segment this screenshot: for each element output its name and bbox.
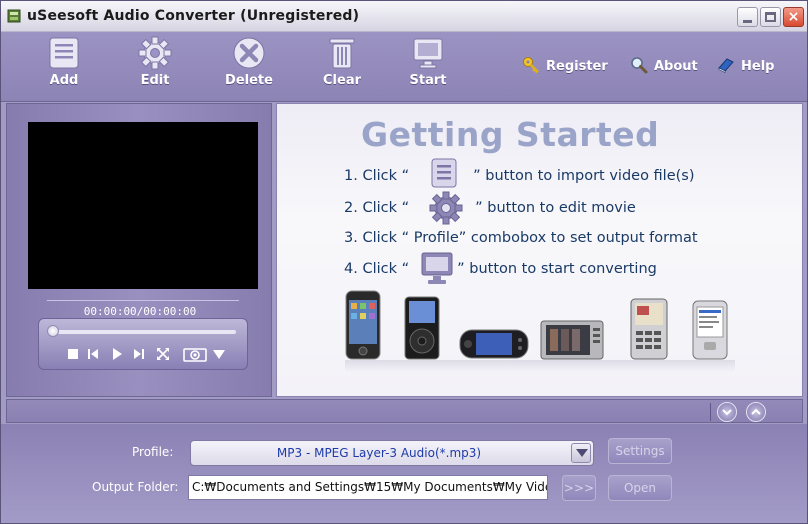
close-icon: × [787, 9, 800, 25]
minimize-button[interactable] [737, 7, 758, 27]
collapse-up-button[interactable] [746, 402, 766, 422]
close-button[interactable]: × [783, 7, 804, 27]
key-icon [523, 57, 539, 74]
previous-icon [88, 349, 98, 359]
output-folder-label: Output Folder: [92, 480, 179, 494]
help-link[interactable]: Help [717, 56, 774, 74]
device-reflection [345, 360, 735, 372]
list-toggle-strip [6, 399, 803, 423]
getting-started-panel: Getting Started 1. Click “ ” button to im… [276, 103, 803, 397]
preview-panel: 00:00:00/00:00:00 [6, 103, 272, 397]
step-text: 3. Click “ Profile” combobox to set outp… [344, 230, 698, 246]
step-text: 4. Click “ [344, 261, 410, 277]
minimize-icon [743, 20, 752, 23]
title-bar: uSeesoft Audio Converter (Unregistered) … [1, 1, 807, 32]
psp-icon [459, 329, 529, 359]
about-label: About [654, 59, 698, 74]
start-button[interactable]: Start [396, 36, 460, 98]
help-book-icon [718, 58, 734, 73]
divider [710, 403, 711, 421]
player-controls [38, 318, 248, 370]
delete-icon [233, 37, 265, 69]
ipod-icon [404, 296, 440, 360]
add-button[interactable]: Add [32, 36, 96, 98]
magnifier-icon [631, 57, 648, 74]
pda-phone-icon [692, 300, 728, 360]
chevron-up-icon [751, 408, 761, 415]
gear-icon [429, 191, 463, 225]
maximize-icon [765, 12, 776, 22]
profile-value: MP3 - MPEG Layer-3 Audio(*.mp3) [276, 446, 482, 460]
profile-label: Profile: [132, 445, 174, 459]
timecode: 00:00:00/00:00:00 [83, 305, 197, 318]
chevron-down-icon [576, 449, 588, 457]
edit-button[interactable]: Edit [123, 36, 187, 98]
add-icon [49, 37, 79, 69]
iphone-icon [345, 290, 381, 360]
seek-bar[interactable] [53, 330, 236, 334]
output-folder-field[interactable]: C:₩Documents and Settings₩15₩My Document… [188, 475, 548, 500]
app-window: uSeesoft Audio Converter (Unregistered) … [0, 0, 808, 524]
fullscreen-button[interactable] [155, 346, 171, 362]
output-settings: Profile: MP3 - MPEG Layer-3 Audio(*.mp3)… [1, 424, 807, 523]
chevron-down-icon [213, 350, 225, 359]
step-text: 2. Click “ [344, 200, 410, 216]
window-title: uSeesoft Audio Converter (Unregistered) [27, 8, 360, 24]
previous-button[interactable] [85, 346, 101, 362]
device-gallery [345, 288, 735, 372]
getting-started-title: Getting Started [361, 115, 660, 154]
seek-knob[interactable] [47, 325, 59, 337]
register-label: Register [546, 59, 608, 74]
step-text: 1. Click “ [344, 168, 410, 184]
snapshot-menu-button[interactable] [211, 346, 227, 362]
smartphone-icon [630, 298, 668, 360]
step-text: ” button to start converting [457, 261, 657, 277]
add-icon [431, 158, 457, 188]
register-link[interactable]: Register [522, 56, 608, 74]
stop-icon [68, 349, 78, 359]
step-4: 4. Click “ ” button to start converting [344, 261, 657, 277]
step-2: 2. Click “ ” button to edit movie [344, 200, 636, 216]
next-button[interactable] [131, 346, 147, 362]
add-label: Add [49, 73, 79, 88]
open-button[interactable]: Open [608, 475, 672, 501]
profile-dropdown-button[interactable] [571, 443, 591, 463]
clear-button[interactable]: Clear [310, 36, 374, 98]
expand-down-button[interactable] [717, 402, 737, 422]
trash-icon [329, 38, 355, 69]
delete-button[interactable]: Delete [217, 36, 281, 98]
next-icon [134, 349, 144, 359]
media-player-icon [540, 320, 604, 360]
play-icon [113, 348, 122, 360]
camera-icon [183, 348, 207, 362]
play-button[interactable] [109, 346, 125, 362]
settings-button[interactable]: Settings [608, 438, 672, 464]
monitor-icon [413, 38, 443, 69]
stop-button[interactable] [65, 346, 81, 362]
edit-label: Edit [140, 73, 170, 88]
clear-label: Clear [323, 73, 361, 88]
video-preview [28, 122, 258, 289]
toolbar: Add Edit Delete Clear Start Register Abo… [1, 32, 807, 102]
maximize-button[interactable] [760, 7, 781, 27]
monitor-icon [421, 252, 453, 284]
app-icon [7, 9, 21, 23]
divider [47, 300, 239, 301]
step-text: ” button to edit movie [475, 200, 636, 216]
gear-icon [138, 36, 172, 70]
step-text: ” button to import video file(s) [473, 168, 695, 184]
snapshot-button[interactable] [183, 346, 207, 362]
step-3: 3. Click “ Profile” combobox to set outp… [344, 230, 698, 246]
browse-button[interactable]: >>> [562, 475, 596, 501]
about-link[interactable]: About [630, 56, 698, 74]
fullscreen-icon [157, 348, 169, 360]
start-label: Start [409, 73, 447, 88]
step-1: 1. Click “ ” button to import video file(… [344, 168, 695, 184]
chevron-down-icon [722, 409, 732, 416]
help-label: Help [741, 59, 775, 74]
profile-combobox[interactable]: MP3 - MPEG Layer-3 Audio(*.mp3) [190, 440, 594, 466]
delete-label: Delete [225, 73, 273, 88]
